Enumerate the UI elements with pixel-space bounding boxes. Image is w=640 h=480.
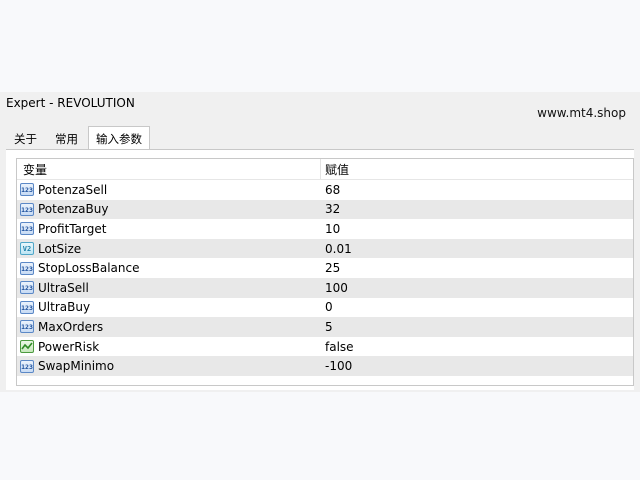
param-value[interactable]: 100: [321, 281, 348, 295]
double-icon: V2: [20, 242, 34, 256]
table-row[interactable]: 123 MaxOrders 5: [17, 317, 633, 337]
param-name: MaxOrders: [38, 319, 104, 334]
param-name: LotSize: [38, 241, 82, 256]
table-row[interactable]: 123 PotenzaBuy 32: [17, 199, 633, 220]
int-icon: 123: [20, 222, 34, 236]
table-row[interactable]: 123 PotenzaSell 68: [17, 180, 633, 200]
int-icon: 123: [20, 320, 34, 334]
background-top: [0, 0, 640, 92]
bool-icon: [20, 340, 34, 354]
int-icon: 123: [20, 300, 34, 314]
inputs-panel: 变量 赋值 123 PotenzaSell 68 123 PotenzaBuy 32…: [6, 149, 634, 390]
table-row[interactable]: V2 LotSize 0.01: [17, 238, 633, 259]
param-name: PowerRisk: [38, 339, 100, 354]
param-value[interactable]: 68: [321, 183, 340, 197]
param-value[interactable]: 0.01: [321, 242, 352, 256]
column-separator[interactable]: [320, 159, 321, 179]
int-icon: 123: [20, 261, 34, 275]
grid-header: 变量 赋值: [17, 159, 633, 180]
param-value[interactable]: 5: [321, 320, 333, 334]
param-name: UltraBuy: [38, 300, 91, 315]
parameters-grid: 变量 赋值 123 PotenzaSell 68 123 PotenzaBuy 32…: [16, 158, 634, 386]
int-icon: 123: [20, 281, 34, 295]
expert-properties-dialog: Expert - REVOLUTION www.mt4.shop 关于 常用 输…: [0, 92, 640, 392]
table-row[interactable]: 123 StopLossBalance 25: [17, 258, 633, 278]
param-name: PotenzaBuy: [38, 202, 109, 217]
tab-about[interactable]: 关于: [6, 128, 45, 149]
int-icon: 123: [20, 202, 34, 216]
table-row[interactable]: 123 ProfitTarget 10: [17, 219, 633, 239]
param-name: UltraSell: [38, 280, 89, 295]
param-value[interactable]: false: [321, 340, 354, 354]
param-value[interactable]: 32: [321, 202, 340, 216]
param-value[interactable]: 25: [321, 261, 340, 275]
tab-inputs[interactable]: 输入参数: [88, 126, 150, 149]
table-row[interactable]: PowerRisk false: [17, 337, 633, 357]
param-name: SwapMinimo: [38, 359, 115, 374]
table-row[interactable]: 123 UltraSell 100: [17, 277, 633, 298]
column-header-value[interactable]: 赋值: [321, 161, 349, 178]
tab-bar: 关于 常用 输入参数: [6, 126, 152, 150]
table-row[interactable]: 123 SwapMinimo -100: [17, 356, 633, 376]
tab-common[interactable]: 常用: [47, 128, 86, 149]
int-icon: 123: [20, 183, 34, 197]
param-name: StopLossBalance: [38, 261, 140, 276]
watermark-text: www.mt4.shop: [537, 106, 626, 120]
param-value[interactable]: 10: [321, 222, 340, 236]
column-header-variable[interactable]: 变量: [17, 161, 321, 178]
param-name: PotenzaSell: [38, 182, 108, 197]
param-value[interactable]: -100: [321, 359, 352, 373]
window-title: Expert - REVOLUTION: [6, 96, 135, 110]
table-row[interactable]: 123 UltraBuy 0: [17, 298, 633, 318]
int-icon: 123: [20, 359, 34, 373]
param-name: ProfitTarget: [38, 221, 107, 236]
param-value[interactable]: 0: [321, 300, 333, 314]
